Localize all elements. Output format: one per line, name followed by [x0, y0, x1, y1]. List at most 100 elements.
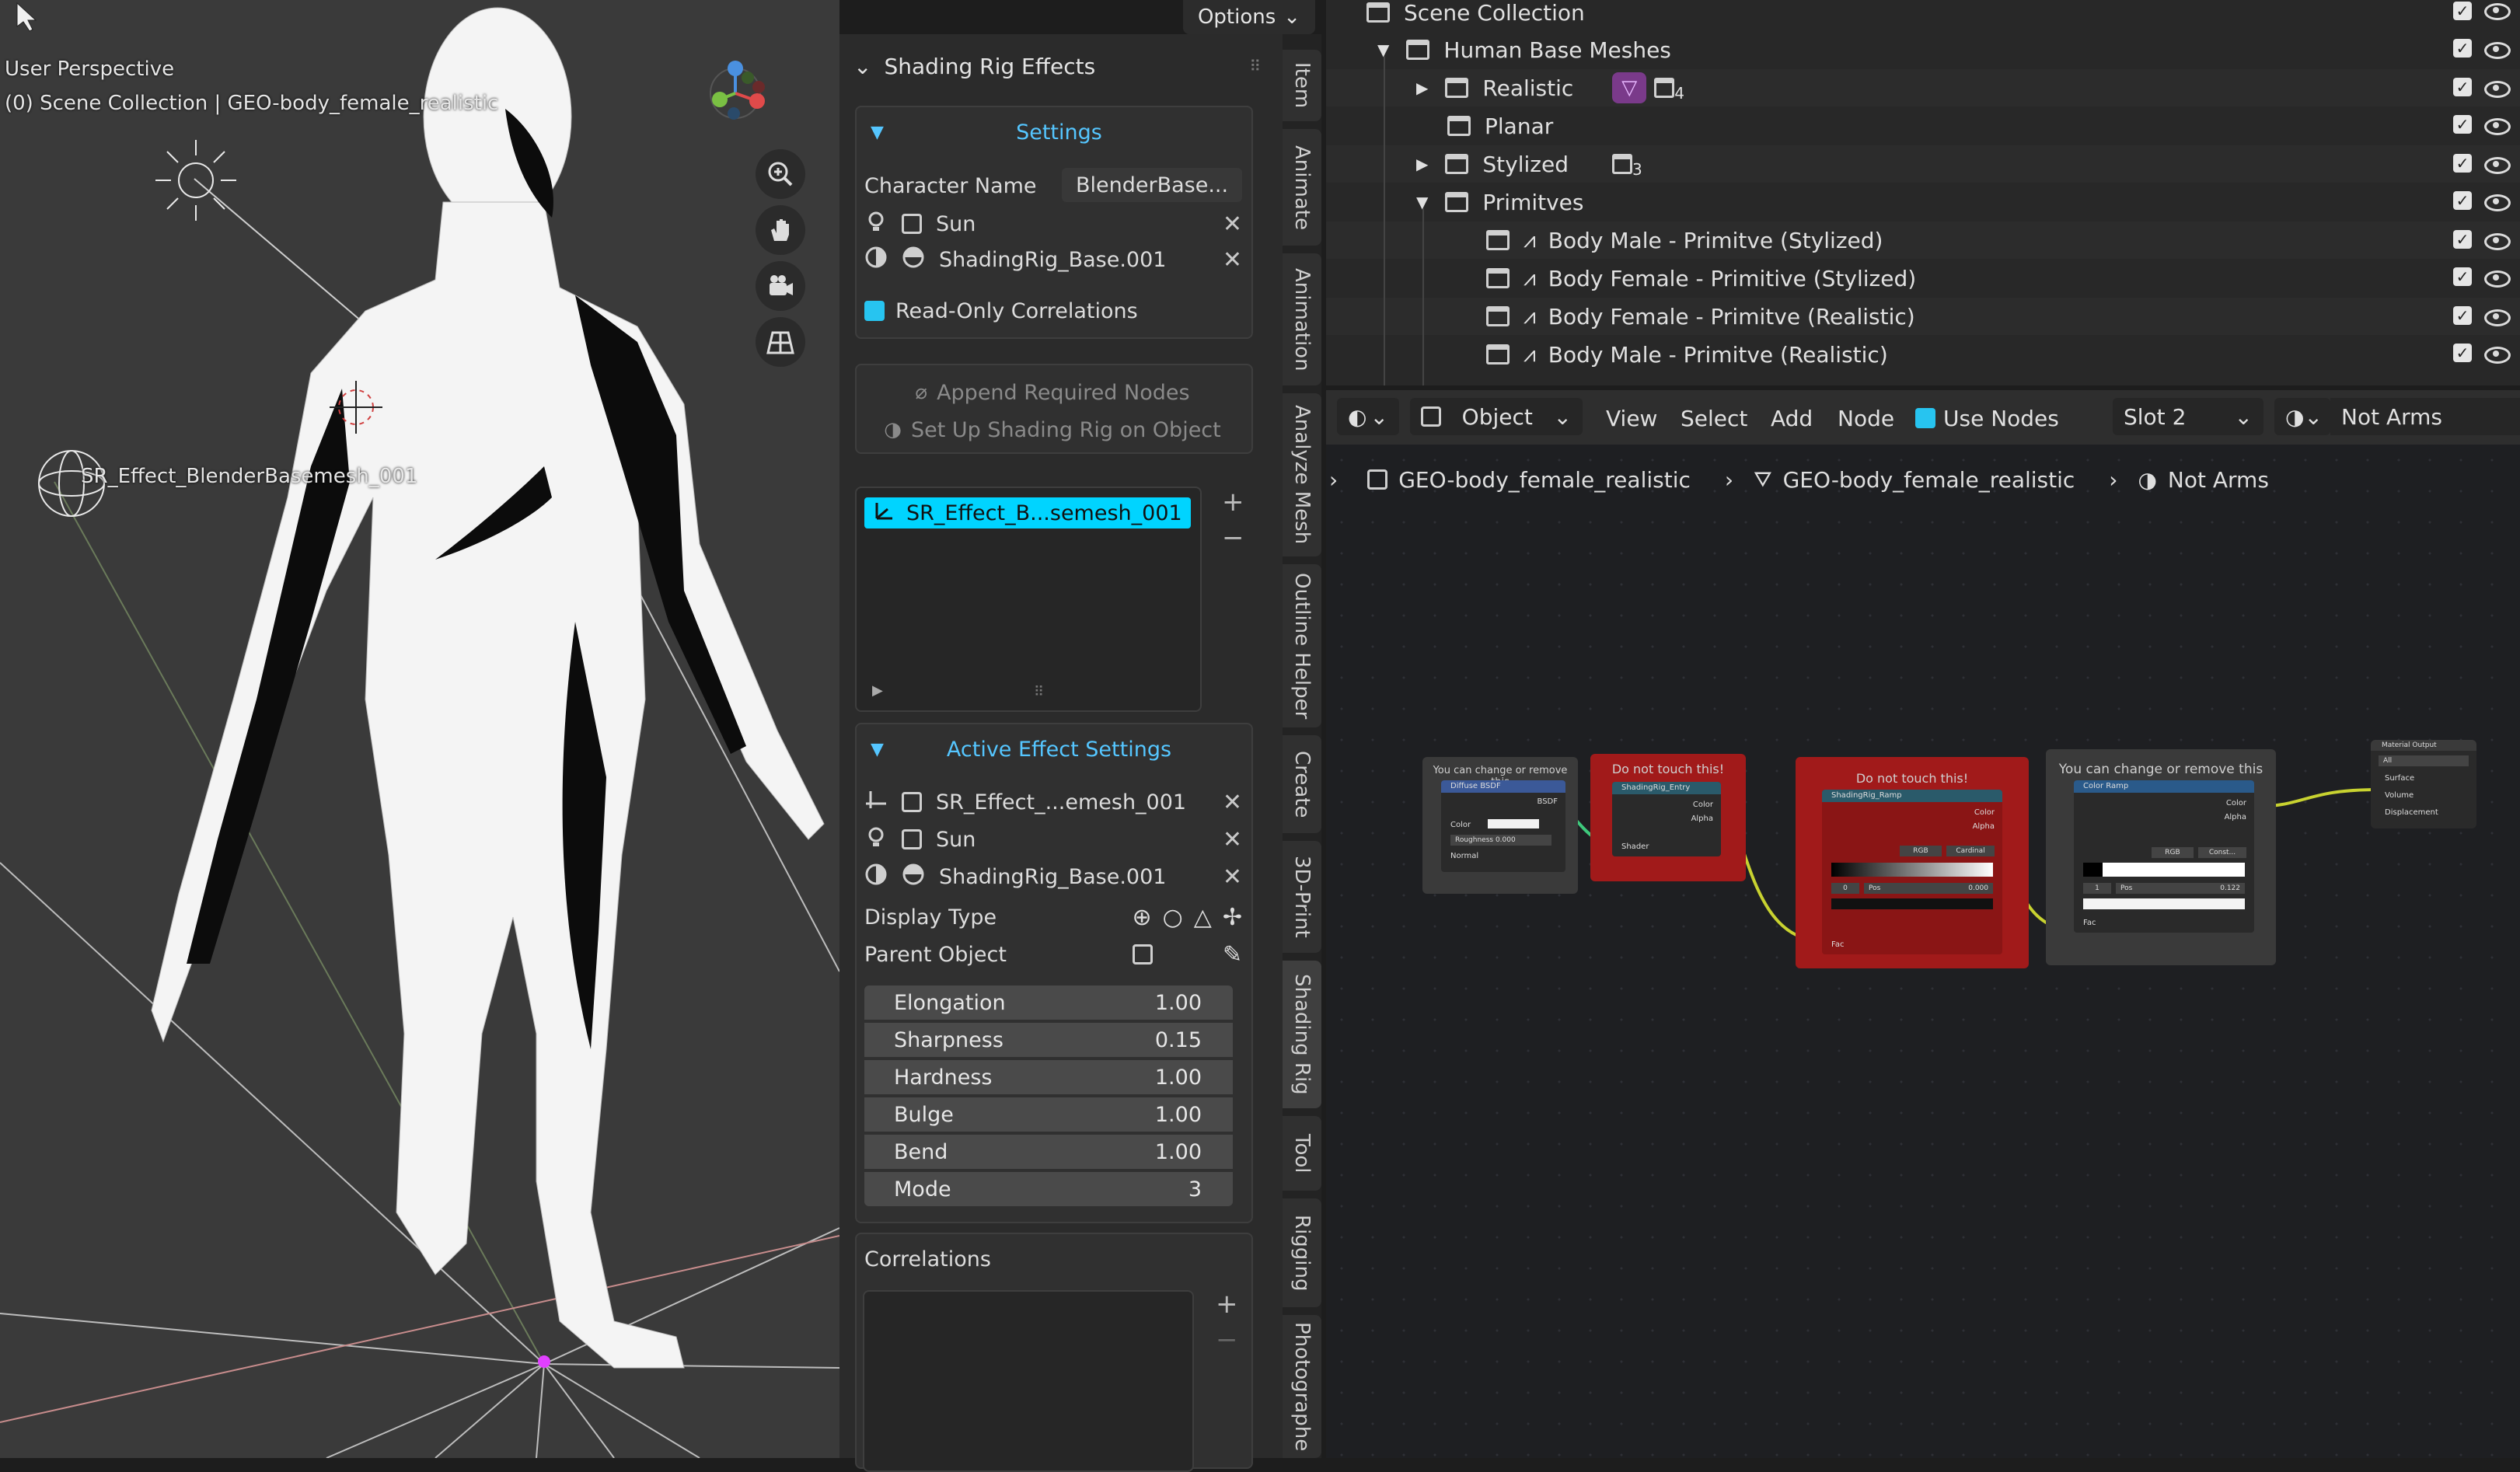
outliner-row-scene-collection[interactable]: Scene Collection — [1326, 0, 2520, 31]
ramp-color-swatch[interactable] — [2083, 898, 2245, 909]
arrows-icon[interactable]: ✢ — [1223, 904, 1242, 931]
exclude-checkbox[interactable]: ✓ — [2453, 2, 2472, 20]
read-only-checkbox[interactable]: Read-Only Correlations — [864, 294, 1138, 328]
zoom-icon[interactable] — [756, 149, 805, 199]
exclude-checkbox[interactable]: ✓ — [2453, 306, 2472, 325]
color-swatch[interactable] — [1488, 819, 1539, 828]
clear-icon[interactable]: ✕ — [1223, 863, 1242, 891]
effect-field[interactable]: SR_Effect_...emesh_001 ✕ — [864, 785, 1242, 819]
visibility-eye-icon[interactable] — [2484, 42, 2511, 59]
triangle-right-icon[interactable]: ▶ — [872, 682, 883, 699]
ramp-gradient[interactable] — [2083, 863, 2245, 877]
material-name-field[interactable]: Not Arms — [2330, 398, 2520, 435]
ramp-color-swatch[interactable] — [1831, 898, 1993, 909]
cone-icon[interactable]: △ — [1194, 904, 1212, 931]
color-ramp-node[interactable]: Color Ramp Color Alpha RGB Const... 1 Po… — [2074, 780, 2254, 933]
clear-icon[interactable]: ✕ — [1223, 211, 1242, 238]
material-output-node[interactable]: Material Output All Surface Volume Displ… — [2371, 740, 2476, 828]
visibility-eye-icon[interactable] — [2484, 118, 2511, 135]
tab-tool[interactable]: Tool — [1283, 1116, 1321, 1191]
exclude-checkbox[interactable]: ✓ — [2453, 78, 2472, 96]
bulge-slider[interactable]: Bulge 1.00 — [864, 1097, 1233, 1132]
visibility-eye-icon[interactable] — [2484, 270, 2511, 288]
ramp-interpolation-dropdown[interactable]: Const... — [2198, 847, 2246, 858]
exclude-checkbox[interactable]: ✓ — [2453, 230, 2472, 249]
plain-axes-icon[interactable]: ⊕ — [1132, 904, 1151, 931]
slot-dropdown[interactable]: Slot 2 ⌄ — [2113, 398, 2263, 435]
tab-analyze-mesh[interactable]: Analyze Mesh — [1283, 393, 1321, 556]
hardness-slider[interactable]: Hardness 1.00 — [864, 1060, 1233, 1094]
shading-rig-ramp-node[interactable]: ShadingRig_Ramp Color Alpha RGB Cardinal… — [1822, 790, 2002, 954]
visibility-eye-icon[interactable] — [2484, 233, 2511, 250]
output-target-dropdown[interactable]: All — [2379, 755, 2469, 766]
editor-type-dropdown[interactable]: ◐ ⌄ — [1337, 398, 1399, 435]
camera-icon[interactable] — [756, 261, 805, 311]
breadcrumb-mesh[interactable]: GEO-body_female_realistic — [1783, 467, 2075, 493]
ramp-mode-dropdown[interactable]: RGB — [1900, 846, 1942, 856]
pan-hand-icon[interactable] — [756, 205, 805, 255]
outliner-row-realistic[interactable]: ▶ Realistic ▽ 4 — [1326, 69, 2520, 106]
outliner-row-human-base-meshes[interactable]: ▼ Human Base Meshes — [1326, 31, 2520, 68]
add-icon[interactable]: + — [1216, 1289, 1238, 1320]
clear-icon[interactable]: ✕ — [1223, 789, 1242, 816]
tab-animate[interactable]: Animate — [1283, 129, 1321, 246]
tab-outline-helper[interactable]: Outline Helper — [1283, 564, 1321, 727]
exclude-checkbox[interactable]: ✓ — [2453, 115, 2472, 134]
frame-editable[interactable]: You can change or remove this Diffuse BS… — [1422, 757, 1578, 894]
outliner-row-body-female-stylized[interactable]: ⩘ Body Female - Primitive (Stylized) — [1326, 260, 2520, 297]
setup-shading-rig-button[interactable]: ◑ Set Up Shading Rig on Object — [857, 412, 1248, 448]
tab-create[interactable]: Create — [1283, 735, 1321, 833]
visibility-eye-icon[interactable] — [2484, 194, 2511, 211]
ramp-gradient[interactable] — [1831, 863, 1993, 877]
character-name-field[interactable]: BlenderBase... — [1062, 168, 1242, 202]
tab-shading-rig[interactable]: Shading Rig — [1283, 961, 1321, 1108]
outliner-row-body-male-stylized[interactable]: ⩘ Body Male - Primitve (Stylized) — [1326, 221, 2520, 259]
ramp-mode-dropdown[interactable]: RGB — [2152, 847, 2194, 858]
sphere-icon[interactable]: ○ — [1163, 904, 1183, 931]
options-dropdown[interactable]: Options ⌄ — [1183, 0, 1315, 34]
active-effect-header[interactable]: ▼ Active Effect Settings — [871, 734, 1234, 765]
exclude-checkbox[interactable]: ✓ — [2453, 154, 2472, 173]
outliner-row-stylized[interactable]: ▶ Stylized 3 — [1326, 145, 2520, 183]
clear-icon[interactable]: ✕ — [1223, 246, 1242, 274]
outliner-row-primitves[interactable]: ▼ Primitves — [1326, 183, 2520, 221]
visibility-eye-icon[interactable] — [2484, 157, 2511, 174]
menu-view[interactable]: View — [1606, 403, 1657, 434]
chevron-right-icon[interactable]: › — [1329, 467, 1338, 493]
remove-icon[interactable]: − — [1216, 1324, 1238, 1355]
exclude-checkbox[interactable]: ✓ — [2453, 344, 2472, 362]
material-browse-dropdown[interactable]: ◑ ⌄ — [2274, 398, 2330, 435]
object-mode-dropdown[interactable]: Object ⌄ — [1410, 398, 1583, 435]
diffuse-bsdf-node[interactable]: Diffuse BSDF BSDF Color Roughness 0.000 … — [1441, 780, 1565, 872]
elongation-slider[interactable]: Elongation 1.00 — [864, 985, 1233, 1020]
eyedropper-icon[interactable]: ✎ — [1223, 941, 1242, 968]
frame-locked[interactable]: Do not touch this! ShadingRig_Entry Colo… — [1590, 754, 1746, 881]
visibility-eye-icon[interactable] — [2484, 3, 2511, 20]
menu-add[interactable]: Add — [1771, 403, 1813, 434]
exclude-checkbox[interactable]: ✓ — [2453, 267, 2472, 286]
breadcrumb-material[interactable]: Not Arms — [2168, 467, 2269, 493]
tab-rigging[interactable]: Rigging — [1283, 1198, 1321, 1307]
visibility-eye-icon[interactable] — [2484, 81, 2511, 98]
ramp-stop-index[interactable]: 0 — [1831, 883, 1859, 894]
outliner-row-body-male-realistic[interactable]: ⩘ Body Male - Primitve (Realistic) — [1326, 336, 2520, 373]
roughness-field[interactable]: Roughness 0.000 — [1450, 835, 1551, 846]
triangle-right-icon[interactable]: ▶ — [1416, 78, 1428, 97]
visibility-eye-icon[interactable] — [2484, 309, 2511, 326]
object-icon[interactable] — [1132, 944, 1153, 964]
menu-node[interactable]: Node — [1838, 403, 1894, 434]
frame-editable[interactable]: You can change or remove this Color Ramp… — [2046, 749, 2276, 965]
breadcrumb-object[interactable]: GEO-body_female_realistic — [1398, 467, 1691, 493]
material-field[interactable]: ShadingRig_Base.001 ✕ — [864, 242, 1242, 277]
use-nodes-checkbox[interactable]: Use Nodes — [1915, 403, 2059, 434]
remove-icon[interactable]: − — [1222, 522, 1244, 553]
triangle-right-icon[interactable]: ▶ — [1416, 155, 1428, 173]
3d-viewport[interactable]: User Perspective (0) Scene Collection | … — [0, 0, 839, 1458]
mode-field[interactable]: Mode 3 — [864, 1172, 1233, 1206]
exclude-checkbox[interactable]: ✓ — [2453, 39, 2472, 58]
grid-view-icon[interactable] — [756, 317, 805, 367]
ramp-pos-field[interactable]: Pos 0.122 — [2116, 883, 2245, 894]
append-nodes-button[interactable]: ⌀ Append Required Nodes — [857, 375, 1248, 410]
correlations-list[interactable] — [863, 1290, 1194, 1472]
settings-header[interactable]: ▼ Settings — [871, 117, 1234, 148]
